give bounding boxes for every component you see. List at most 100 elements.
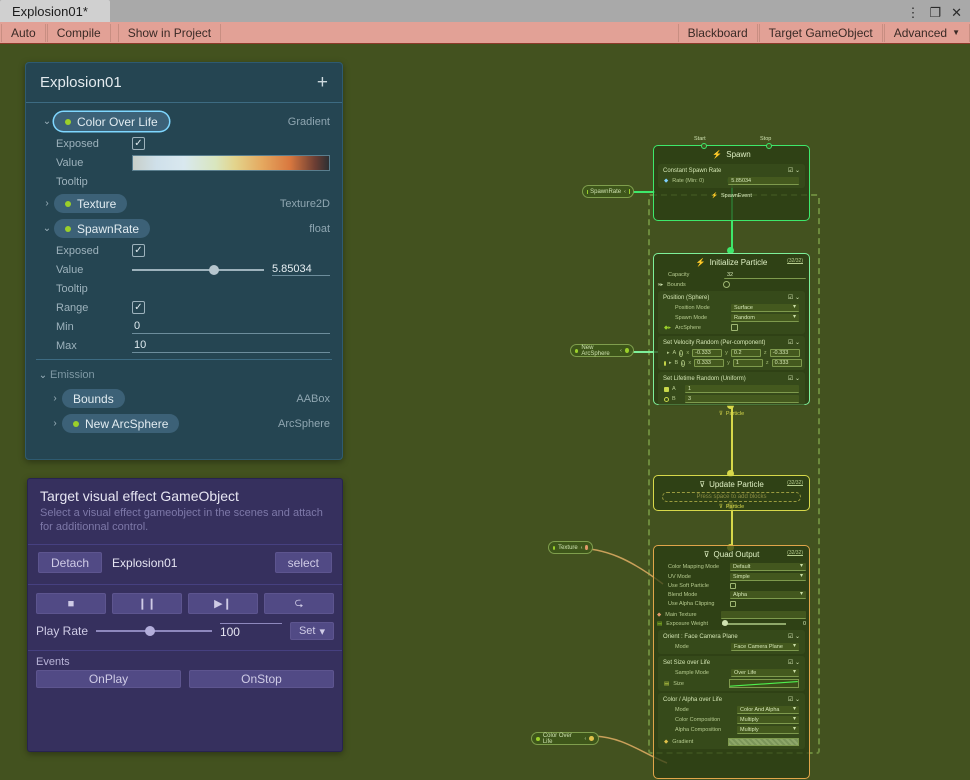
color-mapping-mode-value[interactable]: Default: [730, 563, 806, 571]
max-input[interactable]: 10: [132, 338, 330, 353]
alpha-composition-value[interactable]: Multiply: [737, 726, 799, 734]
advanced-dropdown-button[interactable]: Advanced ▼: [884, 24, 970, 42]
bounds-info-icon[interactable]: [723, 281, 730, 288]
set-size-over-life-block[interactable]: Set Size over Life ☑ ⌄ Sample Mode Over …: [658, 656, 805, 691]
block-icons[interactable]: ☑ ⌄: [788, 659, 800, 666]
property-pill-texture[interactable]: Texture: [54, 194, 127, 213]
spawn-mode-row[interactable]: Spawn Mode Random: [661, 313, 802, 323]
blackboard-item-color-over-life[interactable]: ⌄ Color Over Life Gradient Exposed ✓ Val…: [26, 109, 342, 191]
bounds-port-icon[interactable]: ◑▸: [657, 282, 663, 288]
detach-button[interactable]: Detach: [38, 552, 102, 573]
blend-mode-value[interactable]: Alpha: [730, 591, 806, 599]
value-slider-group[interactable]: 5.85034: [132, 263, 330, 276]
value-slider-knob[interactable]: [209, 265, 219, 275]
color-mode-row[interactable]: Mode Color And Alpha: [661, 705, 802, 715]
lifetime-b-row[interactable]: B 3: [661, 394, 802, 404]
blackboard-item-header[interactable]: › Texture Texture2D: [26, 191, 342, 216]
position-sphere-block[interactable]: Position (Sphere) ☑ ⌄ Position Mode Surf…: [658, 291, 805, 334]
velocity-b-x[interactable]: 0.333: [694, 359, 724, 367]
chevron-right-icon[interactable]: ›: [48, 418, 62, 429]
blackboard-panel[interactable]: Explosion01 + ⌄ Color Over Life Gradient…: [25, 62, 343, 460]
spawn-node[interactable]: ⚡ Spawn Constant Spawn Rate ☑ ⌄ ◆ Rate (…: [653, 145, 810, 221]
maximize-icon[interactable]: ❐: [929, 6, 941, 19]
min-input[interactable]: 0: [132, 319, 330, 334]
play-rate-value[interactable]: 100: [220, 623, 282, 639]
close-icon[interactable]: ✕: [951, 6, 962, 19]
row-min[interactable]: Min 0: [26, 317, 342, 336]
exposure-slider[interactable]: [722, 623, 786, 625]
size-sample-mode-row[interactable]: Sample Mode Over Life: [661, 668, 802, 678]
chevron-right-icon[interactable]: ›: [48, 393, 62, 404]
blend-mode-row[interactable]: Blend Mode Alpha: [654, 590, 809, 600]
chevron-right-icon[interactable]: ›: [40, 198, 54, 209]
stop-port[interactable]: [766, 143, 772, 149]
texture-port-icon[interactable]: ◆: [657, 612, 661, 618]
chevron-down-icon[interactable]: ⌄: [40, 116, 54, 127]
position-mode-row[interactable]: Position Mode Surface: [661, 303, 802, 313]
quad-output-node[interactable]: ⊽ Quad Output (32/32) Color Mapping Mode…: [653, 545, 810, 779]
set-play-rate-button[interactable]: Set ▾: [290, 622, 334, 640]
blackboard-item-header[interactable]: ⌄ SpawnRate float: [26, 216, 342, 241]
param-node-texture[interactable]: Texture ‹: [548, 541, 593, 554]
onplay-button[interactable]: OnPlay: [36, 670, 181, 688]
velocity-b-row[interactable]: ▸ B L x 0.333 y 1 z 0.333: [661, 358, 802, 368]
velocity-b-y[interactable]: 1: [733, 359, 763, 367]
param-output-port[interactable]: [625, 348, 629, 353]
color-composition-value[interactable]: Multiply: [737, 716, 799, 724]
exposure-weight-value[interactable]: 0: [790, 621, 806, 627]
exposure-weight-row[interactable]: ▤ Exposure Weight 0: [654, 620, 809, 628]
row-exposed[interactable]: Exposed ✓: [26, 241, 342, 260]
initialize-particle-node[interactable]: ⚡ Initialize Particle (32/32) Capacity 3…: [653, 253, 810, 405]
port-icon[interactable]: [664, 387, 669, 392]
bounds-row[interactable]: ◑▸ Bounds: [654, 280, 809, 289]
property-pill-spawnrate[interactable]: SpawnRate: [54, 219, 150, 238]
capacity-value[interactable]: 32: [724, 271, 806, 279]
param-output-port[interactable]: [585, 545, 588, 550]
gradient-swatch[interactable]: [132, 155, 330, 171]
value-slider-track[interactable]: [132, 269, 264, 271]
block-icons[interactable]: ☑ ⌄: [788, 696, 800, 703]
tooltip-input[interactable]: [132, 281, 330, 296]
set-lifetime-random-block[interactable]: Set Lifetime Random (Uniform) ☑ ⌄ A 1 B …: [658, 372, 805, 406]
blackboard-toggle-button[interactable]: Blackboard: [678, 24, 758, 42]
gradient-port-icon[interactable]: ◆: [664, 739, 668, 745]
input-port-icon[interactable]: ◆: [664, 178, 668, 184]
row-max[interactable]: Max 10: [26, 336, 342, 355]
row-tooltip[interactable]: Tooltip: [26, 279, 342, 298]
exposed-checkbox[interactable]: ✓: [132, 137, 145, 150]
velocity-a-row[interactable]: ▸ A L x -0.333 y 0.2 z -0.333: [661, 348, 802, 358]
row-range[interactable]: Range ✓: [26, 298, 342, 317]
exposure-port-icon[interactable]: ▤: [657, 621, 662, 627]
orient-block[interactable]: Orient : Face Camera Plane ☑ ⌄ Mode Face…: [658, 630, 805, 654]
port-icon[interactable]: [664, 397, 669, 402]
color-alpha-over-life-block[interactable]: Color / Alpha over Life ☑ ⌄ Mode Color A…: [658, 693, 805, 749]
main-texture-row[interactable]: ◆ Main Texture: [654, 610, 809, 620]
param-node-new-arcsphere[interactable]: New ArcSphere ‹: [570, 344, 634, 357]
show-in-project-button[interactable]: Show in Project: [118, 24, 221, 42]
play-rate-slider-track[interactable]: [96, 630, 212, 632]
update-flow-out[interactable]: ⊽ Particle: [654, 502, 809, 512]
size-curve-row[interactable]: ▤ Size: [661, 678, 802, 689]
lock-icon[interactable]: L: [681, 360, 685, 367]
arcsphere-edit-icon[interactable]: [731, 324, 738, 331]
block-icons[interactable]: ☑ ⌄: [788, 339, 800, 346]
spawn-mode-value[interactable]: Random: [731, 314, 799, 322]
uv-mode-value[interactable]: Simple: [730, 573, 806, 581]
velocity-a-z[interactable]: -0.333: [770, 349, 800, 357]
blackboard-item-spawnrate[interactable]: ⌄ SpawnRate float Exposed ✓ Value: [26, 216, 342, 355]
tab-explosion01[interactable]: Explosion01*: [0, 0, 110, 22]
initialize-flow-out[interactable]: ⊽ Particle: [654, 408, 809, 419]
update-add-blocks-placeholder[interactable]: Press space to add blocks: [662, 492, 801, 502]
onstop-button[interactable]: OnStop: [189, 670, 334, 688]
value-number[interactable]: 5.85034: [272, 263, 330, 276]
row-exposed[interactable]: Exposed ✓: [26, 134, 342, 153]
lifetime-b-value[interactable]: 3: [685, 395, 799, 403]
start-port[interactable]: [701, 143, 707, 149]
orient-mode-value[interactable]: Face Camera Plane: [731, 643, 799, 651]
param-output-port[interactable]: [589, 736, 594, 741]
target-gameobject-toggle-button[interactable]: Target GameObject: [759, 24, 883, 42]
property-pill-bounds[interactable]: Bounds: [62, 389, 125, 408]
row-tooltip[interactable]: Tooltip: [26, 172, 342, 191]
block-icons[interactable]: ☑ ⌄: [788, 375, 800, 382]
property-pill-new-arcsphere[interactable]: New ArcSphere: [62, 414, 179, 433]
